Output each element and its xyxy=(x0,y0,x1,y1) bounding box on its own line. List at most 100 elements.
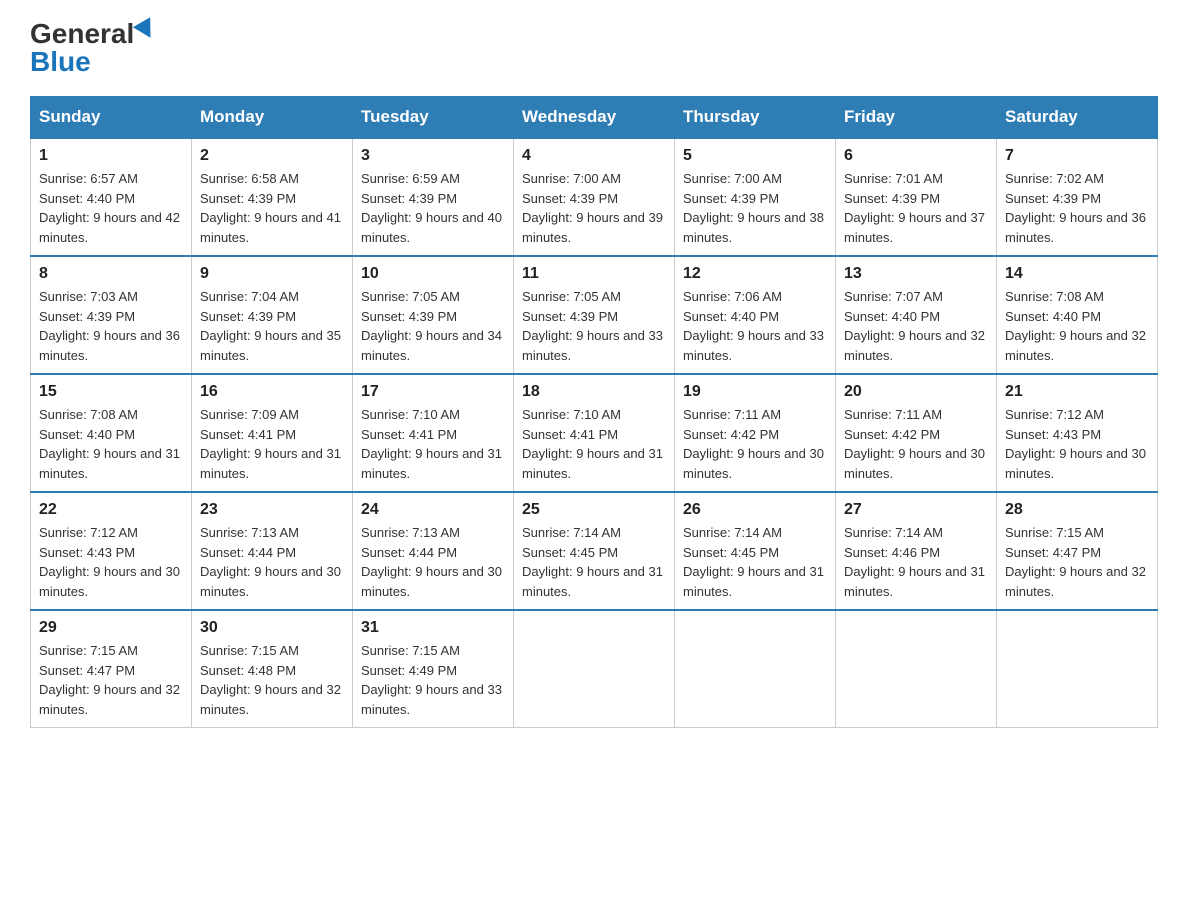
day-info: Sunrise: 7:14 AMSunset: 4:45 PMDaylight:… xyxy=(683,525,824,599)
calendar-day-cell: 20 Sunrise: 7:11 AMSunset: 4:42 PMDaylig… xyxy=(836,374,997,492)
calendar-day-cell: 4 Sunrise: 7:00 AMSunset: 4:39 PMDayligh… xyxy=(514,138,675,256)
day-number: 20 xyxy=(844,383,988,401)
calendar-day-cell: 22 Sunrise: 7:12 AMSunset: 4:43 PMDaylig… xyxy=(31,492,192,610)
day-info: Sunrise: 7:15 AMSunset: 4:48 PMDaylight:… xyxy=(200,643,341,717)
calendar-day-cell: 11 Sunrise: 7:05 AMSunset: 4:39 PMDaylig… xyxy=(514,256,675,374)
day-number: 3 xyxy=(361,147,505,165)
day-info: Sunrise: 7:08 AMSunset: 4:40 PMDaylight:… xyxy=(39,407,180,481)
calendar-day-cell xyxy=(836,610,997,728)
calendar-day-cell: 18 Sunrise: 7:10 AMSunset: 4:41 PMDaylig… xyxy=(514,374,675,492)
column-header-tuesday: Tuesday xyxy=(353,97,514,139)
calendar-day-cell: 30 Sunrise: 7:15 AMSunset: 4:48 PMDaylig… xyxy=(192,610,353,728)
calendar-day-cell: 16 Sunrise: 7:09 AMSunset: 4:41 PMDaylig… xyxy=(192,374,353,492)
day-info: Sunrise: 7:04 AMSunset: 4:39 PMDaylight:… xyxy=(200,289,341,363)
day-info: Sunrise: 7:10 AMSunset: 4:41 PMDaylight:… xyxy=(522,407,663,481)
logo-general: General xyxy=(30,20,134,48)
day-info: Sunrise: 7:06 AMSunset: 4:40 PMDaylight:… xyxy=(683,289,824,363)
day-number: 28 xyxy=(1005,501,1149,519)
day-info: Sunrise: 7:00 AMSunset: 4:39 PMDaylight:… xyxy=(683,171,824,245)
calendar-week-row: 1 Sunrise: 6:57 AMSunset: 4:40 PMDayligh… xyxy=(31,138,1158,256)
calendar-day-cell: 9 Sunrise: 7:04 AMSunset: 4:39 PMDayligh… xyxy=(192,256,353,374)
day-number: 8 xyxy=(39,265,183,283)
day-number: 25 xyxy=(522,501,666,519)
day-number: 29 xyxy=(39,619,183,637)
calendar-day-cell: 24 Sunrise: 7:13 AMSunset: 4:44 PMDaylig… xyxy=(353,492,514,610)
calendar-day-cell: 10 Sunrise: 7:05 AMSunset: 4:39 PMDaylig… xyxy=(353,256,514,374)
day-info: Sunrise: 7:05 AMSunset: 4:39 PMDaylight:… xyxy=(522,289,663,363)
day-number: 30 xyxy=(200,619,344,637)
calendar-day-cell: 3 Sunrise: 6:59 AMSunset: 4:39 PMDayligh… xyxy=(353,138,514,256)
calendar-day-cell: 15 Sunrise: 7:08 AMSunset: 4:40 PMDaylig… xyxy=(31,374,192,492)
day-number: 2 xyxy=(200,147,344,165)
day-info: Sunrise: 7:03 AMSunset: 4:39 PMDaylight:… xyxy=(39,289,180,363)
calendar-day-cell: 26 Sunrise: 7:14 AMSunset: 4:45 PMDaylig… xyxy=(675,492,836,610)
day-number: 22 xyxy=(39,501,183,519)
day-number: 15 xyxy=(39,383,183,401)
calendar-day-cell: 7 Sunrise: 7:02 AMSunset: 4:39 PMDayligh… xyxy=(997,138,1158,256)
day-info: Sunrise: 6:58 AMSunset: 4:39 PMDaylight:… xyxy=(200,171,341,245)
calendar-day-cell: 6 Sunrise: 7:01 AMSunset: 4:39 PMDayligh… xyxy=(836,138,997,256)
calendar-week-row: 22 Sunrise: 7:12 AMSunset: 4:43 PMDaylig… xyxy=(31,492,1158,610)
day-info: Sunrise: 7:05 AMSunset: 4:39 PMDaylight:… xyxy=(361,289,502,363)
day-number: 18 xyxy=(522,383,666,401)
day-info: Sunrise: 7:12 AMSunset: 4:43 PMDaylight:… xyxy=(39,525,180,599)
day-number: 13 xyxy=(844,265,988,283)
day-number: 11 xyxy=(522,265,666,283)
day-number: 31 xyxy=(361,619,505,637)
calendar-day-cell: 19 Sunrise: 7:11 AMSunset: 4:42 PMDaylig… xyxy=(675,374,836,492)
day-number: 24 xyxy=(361,501,505,519)
day-info: Sunrise: 7:12 AMSunset: 4:43 PMDaylight:… xyxy=(1005,407,1146,481)
day-number: 5 xyxy=(683,147,827,165)
column-header-sunday: Sunday xyxy=(31,97,192,139)
calendar-day-cell: 25 Sunrise: 7:14 AMSunset: 4:45 PMDaylig… xyxy=(514,492,675,610)
logo-triangle-icon xyxy=(133,17,159,43)
day-info: Sunrise: 7:07 AMSunset: 4:40 PMDaylight:… xyxy=(844,289,985,363)
day-info: Sunrise: 7:08 AMSunset: 4:40 PMDaylight:… xyxy=(1005,289,1146,363)
calendar-day-cell: 13 Sunrise: 7:07 AMSunset: 4:40 PMDaylig… xyxy=(836,256,997,374)
column-header-wednesday: Wednesday xyxy=(514,97,675,139)
calendar-day-cell: 5 Sunrise: 7:00 AMSunset: 4:39 PMDayligh… xyxy=(675,138,836,256)
day-info: Sunrise: 7:00 AMSunset: 4:39 PMDaylight:… xyxy=(522,171,663,245)
day-info: Sunrise: 7:11 AMSunset: 4:42 PMDaylight:… xyxy=(683,407,824,481)
day-info: Sunrise: 7:09 AMSunset: 4:41 PMDaylight:… xyxy=(200,407,341,481)
calendar-day-cell xyxy=(675,610,836,728)
page-header: General Blue xyxy=(30,20,1158,76)
day-number: 9 xyxy=(200,265,344,283)
day-number: 7 xyxy=(1005,147,1149,165)
calendar-day-cell: 28 Sunrise: 7:15 AMSunset: 4:47 PMDaylig… xyxy=(997,492,1158,610)
calendar-day-cell: 17 Sunrise: 7:10 AMSunset: 4:41 PMDaylig… xyxy=(353,374,514,492)
day-number: 10 xyxy=(361,265,505,283)
column-header-monday: Monday xyxy=(192,97,353,139)
logo-blue: Blue xyxy=(30,48,91,76)
day-number: 4 xyxy=(522,147,666,165)
day-info: Sunrise: 6:59 AMSunset: 4:39 PMDaylight:… xyxy=(361,171,502,245)
day-info: Sunrise: 7:15 AMSunset: 4:49 PMDaylight:… xyxy=(361,643,502,717)
logo: General Blue xyxy=(30,20,156,76)
day-number: 17 xyxy=(361,383,505,401)
calendar-header-row: SundayMondayTuesdayWednesdayThursdayFrid… xyxy=(31,97,1158,139)
calendar-day-cell: 14 Sunrise: 7:08 AMSunset: 4:40 PMDaylig… xyxy=(997,256,1158,374)
calendar-day-cell: 12 Sunrise: 7:06 AMSunset: 4:40 PMDaylig… xyxy=(675,256,836,374)
day-number: 12 xyxy=(683,265,827,283)
calendar-day-cell: 2 Sunrise: 6:58 AMSunset: 4:39 PMDayligh… xyxy=(192,138,353,256)
day-info: Sunrise: 7:02 AMSunset: 4:39 PMDaylight:… xyxy=(1005,171,1146,245)
column-header-friday: Friday xyxy=(836,97,997,139)
calendar-week-row: 8 Sunrise: 7:03 AMSunset: 4:39 PMDayligh… xyxy=(31,256,1158,374)
calendar-table: SundayMondayTuesdayWednesdayThursdayFrid… xyxy=(30,96,1158,728)
column-header-thursday: Thursday xyxy=(675,97,836,139)
calendar-week-row: 15 Sunrise: 7:08 AMSunset: 4:40 PMDaylig… xyxy=(31,374,1158,492)
day-info: Sunrise: 7:01 AMSunset: 4:39 PMDaylight:… xyxy=(844,171,985,245)
calendar-day-cell: 21 Sunrise: 7:12 AMSunset: 4:43 PMDaylig… xyxy=(997,374,1158,492)
day-info: Sunrise: 7:14 AMSunset: 4:45 PMDaylight:… xyxy=(522,525,663,599)
day-info: Sunrise: 6:57 AMSunset: 4:40 PMDaylight:… xyxy=(39,171,180,245)
day-number: 26 xyxy=(683,501,827,519)
calendar-day-cell: 23 Sunrise: 7:13 AMSunset: 4:44 PMDaylig… xyxy=(192,492,353,610)
day-info: Sunrise: 7:15 AMSunset: 4:47 PMDaylight:… xyxy=(1005,525,1146,599)
day-number: 16 xyxy=(200,383,344,401)
day-info: Sunrise: 7:15 AMSunset: 4:47 PMDaylight:… xyxy=(39,643,180,717)
calendar-day-cell: 31 Sunrise: 7:15 AMSunset: 4:49 PMDaylig… xyxy=(353,610,514,728)
day-number: 19 xyxy=(683,383,827,401)
day-info: Sunrise: 7:14 AMSunset: 4:46 PMDaylight:… xyxy=(844,525,985,599)
day-info: Sunrise: 7:13 AMSunset: 4:44 PMDaylight:… xyxy=(361,525,502,599)
day-number: 1 xyxy=(39,147,183,165)
